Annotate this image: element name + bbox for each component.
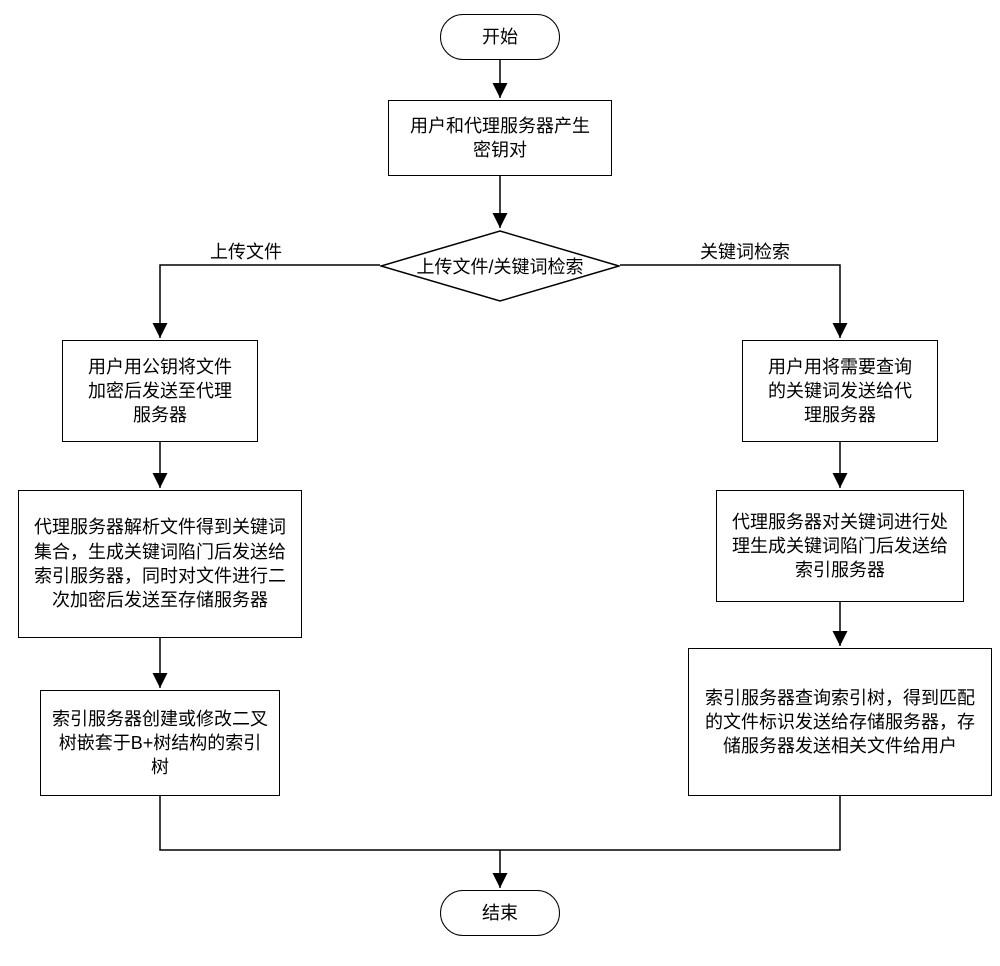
end-terminator: 结束	[440, 890, 560, 936]
process-proxy-make-trapdoor-label: 代理服务器对关键词进行处理生成关键词陷门后发送给索引服务器	[727, 510, 953, 583]
process-user-encrypt-upload-label: 用户用公钥将文件 加密后发送至代理 服务器	[88, 355, 232, 428]
process-index-query-return: 索引服务器查询索引树，得到匹配的文件标识发送给存储服务器，存储服务器发送相关文件…	[688, 648, 992, 796]
start-terminator: 开始	[440, 14, 560, 60]
edge-label-search: 关键词检索	[700, 238, 790, 264]
process-generate-keys: 用户和代理服务器产生 密钥对	[388, 100, 612, 176]
flowchart-canvas: 开始 用户和代理服务器产生 密钥对 上传文件/关键词检索 上传文件 关键词检索 …	[0, 0, 1000, 966]
edge-label-upload: 上传文件	[210, 238, 282, 264]
end-label: 结束	[482, 901, 518, 925]
process-user-send-keyword-label: 用户用将需要查询 的关键词发送给代 理服务器	[768, 355, 912, 428]
decision-label: 上传文件/关键词检索	[416, 253, 583, 279]
process-index-query-return-label: 索引服务器查询索引树，得到匹配的文件标识发送给存储服务器，存储服务器发送相关文件…	[699, 686, 981, 759]
process-user-encrypt-upload: 用户用公钥将文件 加密后发送至代理 服务器	[62, 340, 258, 442]
start-label: 开始	[482, 25, 518, 49]
process-index-build-tree: 索引服务器创建或修改二叉树嵌套于B+树结构的索引树	[40, 690, 280, 796]
process-proxy-parse-encrypt: 代理服务器解析文件得到关键词集合，生成关键词陷门后发送给索引服务器，同时对文件进…	[18, 490, 302, 638]
process-index-build-tree-label: 索引服务器创建或修改二叉树嵌套于B+树结构的索引树	[51, 707, 269, 780]
process-generate-keys-label: 用户和代理服务器产生 密钥对	[410, 114, 590, 163]
process-proxy-make-trapdoor: 代理服务器对关键词进行处理生成关键词陷门后发送给索引服务器	[716, 490, 964, 602]
process-user-send-keyword: 用户用将需要查询 的关键词发送给代 理服务器	[742, 340, 938, 442]
decision-upload-or-search: 上传文件/关键词检索	[380, 230, 620, 302]
process-proxy-parse-encrypt-label: 代理服务器解析文件得到关键词集合，生成关键词陷门后发送给索引服务器，同时对文件进…	[29, 515, 291, 612]
